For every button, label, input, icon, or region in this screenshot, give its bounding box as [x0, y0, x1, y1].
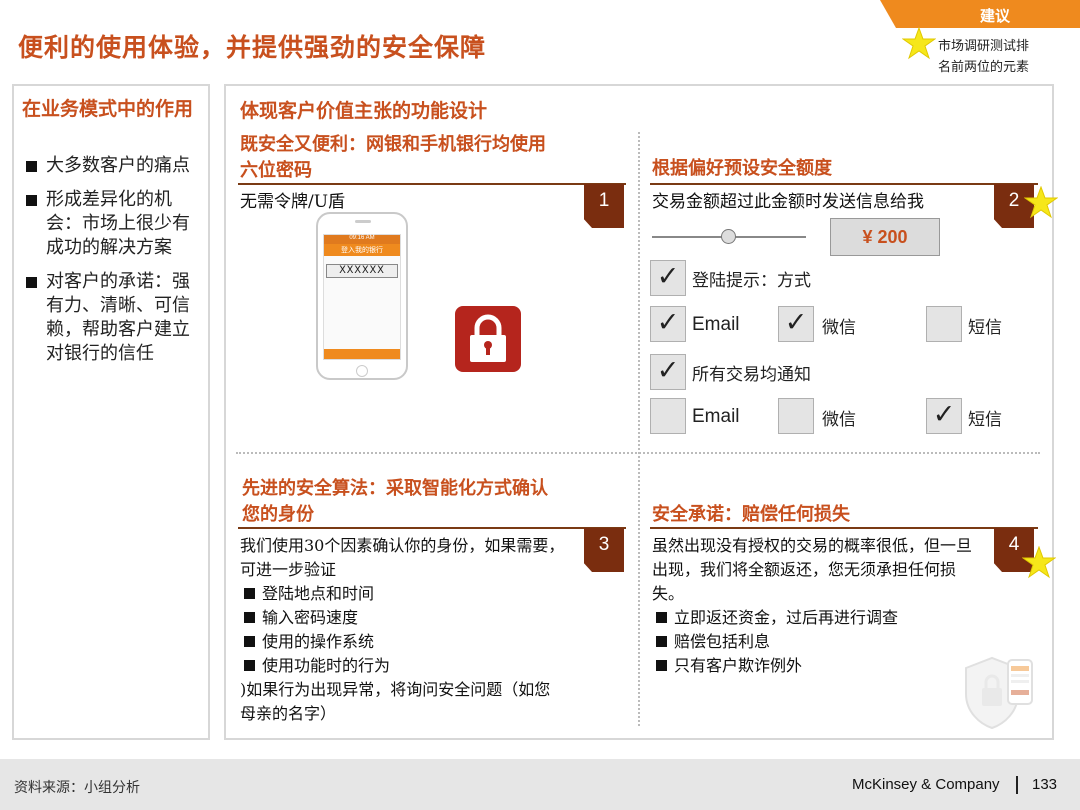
section-2-title: 根据偏好预设安全额度 — [652, 158, 832, 179]
phone-speaker — [355, 220, 371, 223]
star-icon — [902, 27, 936, 60]
login-email-label: Email — [692, 314, 740, 335]
list-item: 使用功能时的行为 — [240, 654, 570, 678]
section-1-rule — [238, 183, 626, 185]
section-4-title: 安全承诺：赔偿任何损失 — [652, 504, 850, 525]
footer-separator — [1016, 776, 1018, 794]
section-4-list: 立即返还资金，过后再进行调查 赔偿包括利息 只有客户欺诈例外 — [652, 606, 992, 678]
lock-icon — [455, 306, 521, 372]
all-email-checkbox[interactable] — [650, 398, 686, 434]
all-wechat-label: 微信 — [822, 410, 856, 430]
section-1-number: 1 — [584, 184, 624, 228]
section-1-text: 无需令牌/U盾 — [240, 192, 346, 212]
phone-illustration: 09:16 AM 登入我的银行 XXXXXX — [316, 212, 408, 380]
login-sms-label: 短信 — [968, 318, 1002, 338]
section-3-rule — [238, 527, 626, 529]
source-note: 资料来源：小组分析 — [14, 780, 140, 796]
star-legend: 市场调研测试排 名前两位的元素 — [938, 39, 1030, 75]
login-wechat-label: 微信 — [822, 318, 856, 338]
check-icon: ✓ — [784, 307, 808, 338]
phone-pin-field: XXXXXX — [326, 264, 398, 278]
all-notify-label: 所有交易均通知 — [692, 365, 811, 385]
recommendation-tag: 建议 — [880, 0, 1080, 28]
login-notify-label: 登陆提示：方式 — [692, 271, 811, 291]
all-notify-checkbox[interactable]: ✓ — [650, 354, 686, 390]
section-3-outro: )如果行为出现异常，将询问安全问题（如您母亲的名字） — [240, 680, 551, 723]
section-4-rule — [650, 527, 1038, 529]
section-4-intro: 虽然出现没有授权的交易的概率很低，但一旦出现，我们将全额返还，您无须承担任何损失… — [652, 536, 973, 603]
page-title: 便利的使用体验，并提供强劲的安全保障 — [18, 33, 487, 62]
phone-status-bar: 09:16 AM — [324, 235, 400, 244]
amount-field[interactable]: ¥ 200 — [830, 218, 940, 256]
page-number: 133 — [1032, 776, 1058, 793]
section-3-intro: 我们使用30个因素确认你的身份，如果需要，可进一步验证 — [240, 536, 565, 579]
left-panel-heading: 在业务模式中的作用 — [22, 98, 194, 120]
login-wechat-checkbox[interactable]: ✓ — [778, 306, 814, 342]
list-item: 使用的操作系统 — [240, 630, 570, 654]
section-1-title: 既安全又便利：网银和手机银行均使用 六位密码 — [240, 134, 546, 181]
check-icon: ✓ — [656, 261, 680, 292]
list-item: 登陆地点和时间 — [240, 582, 570, 606]
phone-screen: 09:16 AM 登入我的银行 XXXXXX — [323, 234, 401, 360]
star-icon — [1022, 546, 1056, 579]
security-shield-illustration — [965, 656, 1033, 730]
all-email-label: Email — [692, 406, 740, 427]
list-item: 立即返还资金，过后再进行调查 — [652, 606, 992, 630]
section-2-rule — [650, 183, 1038, 185]
section-3-title: 先进的安全算法：采取智能化方式确认 您的身份 — [242, 478, 548, 525]
list-item: 赔偿包括利息 — [652, 630, 992, 654]
phone-tab-bar — [324, 349, 400, 359]
section-3-number: 3 — [584, 528, 624, 572]
brand-name: McKinsey & Company — [852, 776, 1000, 793]
main-panel-heading: 体现客户价值主张的功能设计 — [240, 100, 488, 122]
list-item: 大多数客户的痛点 — [26, 154, 206, 178]
left-bullet-list: 大多数客户的痛点 形成差异化的机会：市场上很少有成功的解决方案 对客户的承诺：强… — [26, 154, 206, 376]
check-icon: ✓ — [932, 399, 956, 430]
phone-header: 登入我的银行 — [324, 244, 400, 256]
section-3-list: 登陆地点和时间 输入密码速度 使用的操作系统 使用功能时的行为 — [240, 582, 570, 678]
list-item: 形成差异化的机会：市场上很少有成功的解决方案 — [26, 188, 206, 260]
list-item: 对客户的承诺：强有力、清晰、可信赖，帮助客户建立对银行的信任 — [26, 270, 206, 366]
star-icon — [1024, 186, 1058, 219]
login-notify-checkbox[interactable]: ✓ — [650, 260, 686, 296]
all-sms-checkbox[interactable]: ✓ — [926, 398, 962, 434]
login-email-checkbox[interactable]: ✓ — [650, 306, 686, 342]
check-icon: ✓ — [656, 307, 680, 338]
threshold-slider-handle[interactable] — [721, 229, 736, 244]
check-icon: ✓ — [656, 355, 680, 386]
list-item: 输入密码速度 — [240, 606, 570, 630]
list-item: 只有客户欺诈例外 — [652, 654, 992, 678]
section-2-text: 交易金额超过此金额时发送信息给我 — [652, 192, 924, 212]
login-sms-checkbox[interactable] — [926, 306, 962, 342]
horizontal-divider — [236, 452, 1040, 454]
all-sms-label: 短信 — [968, 410, 1002, 430]
phone-home-button — [356, 365, 368, 377]
all-wechat-checkbox[interactable] — [778, 398, 814, 434]
vertical-divider — [638, 132, 640, 726]
